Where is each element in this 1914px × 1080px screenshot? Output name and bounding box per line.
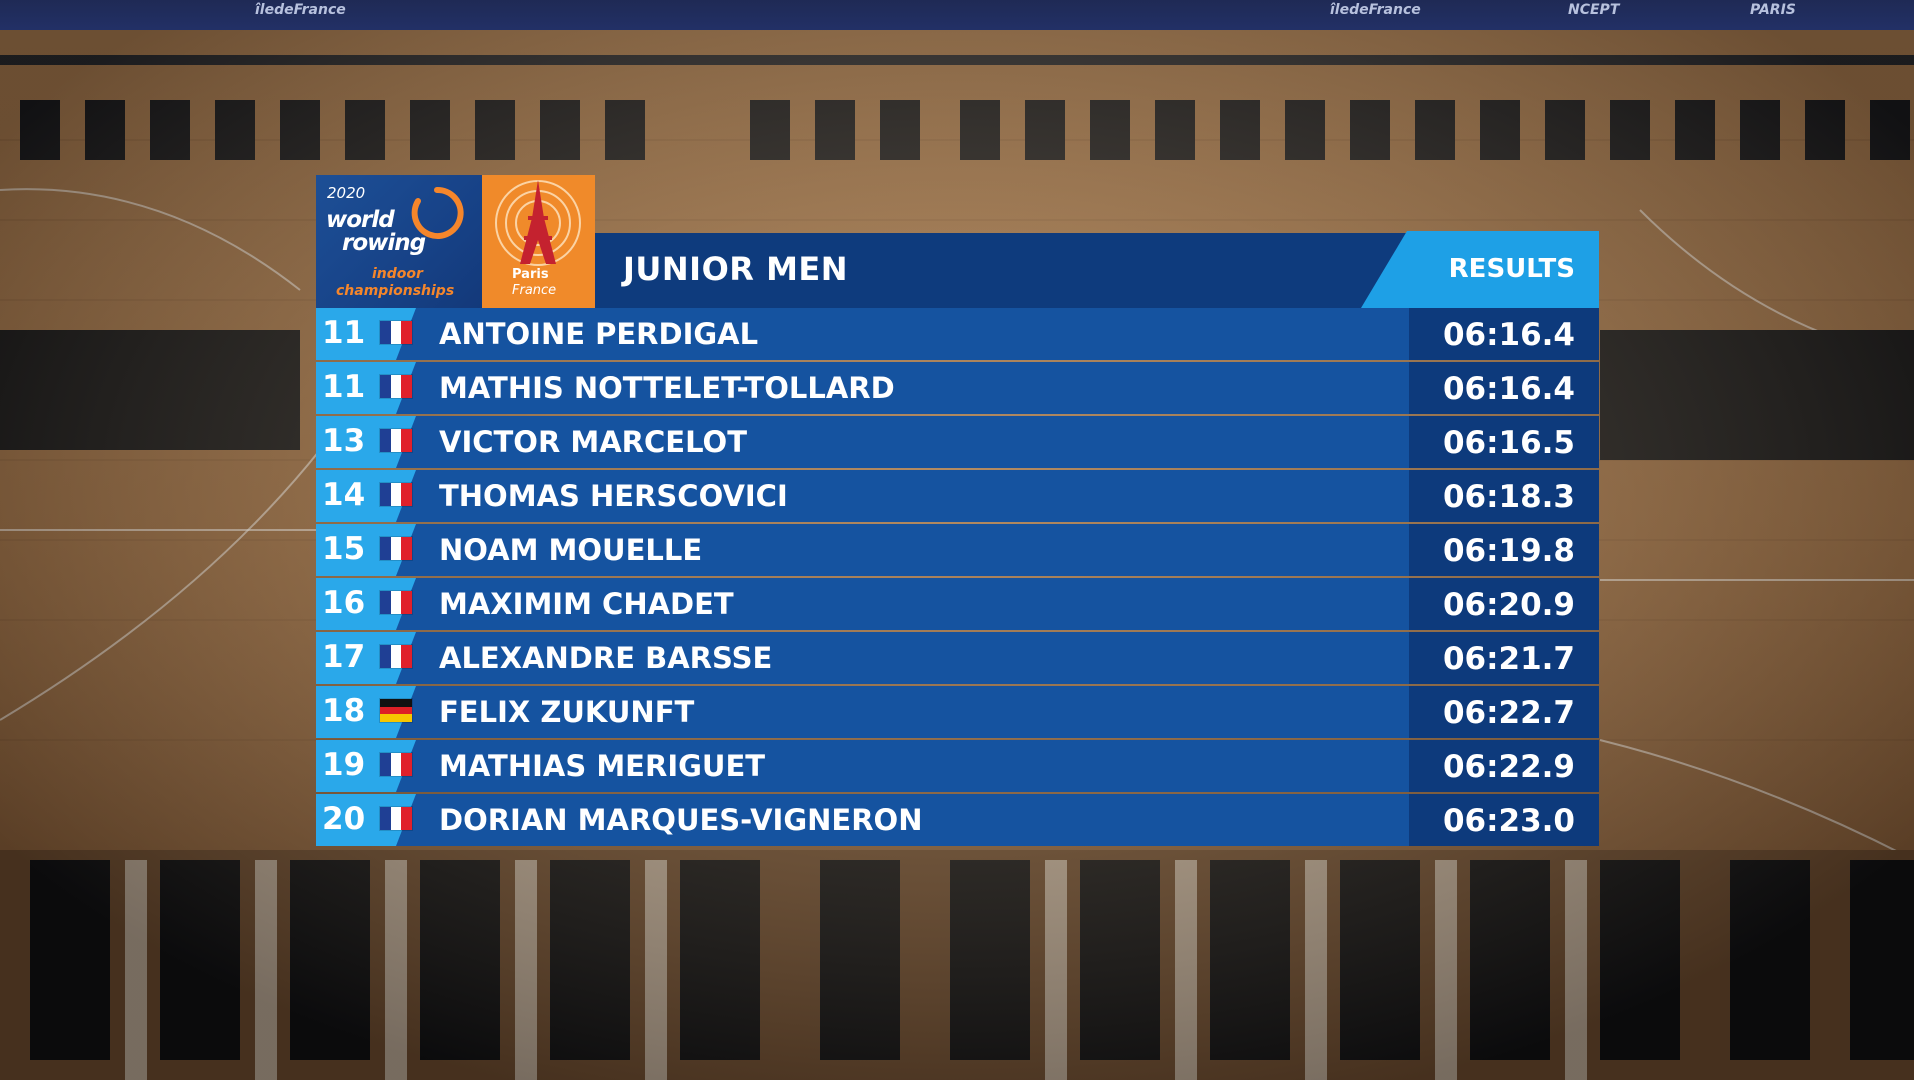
logo-text-championships: championships: [336, 283, 455, 299]
eiffel-tower-icon: [495, 180, 581, 266]
france-flag-icon: [380, 645, 412, 668]
results-label: RESULTS: [1448, 254, 1575, 284]
result-row: 18 FELIX ZUKUNFT 06:22.7: [316, 686, 1599, 740]
time-cell: 06:21.7: [1409, 632, 1599, 684]
finish-time: 06:16.4: [1442, 317, 1575, 353]
paris-host-logo: Paris France: [482, 175, 595, 308]
finish-time: 06:19.8: [1442, 533, 1575, 569]
finish-time: 06:22.7: [1442, 695, 1575, 731]
rank: 15: [322, 531, 366, 567]
sponsor-text: NCEPT: [1568, 2, 1620, 18]
rank: 19: [322, 747, 366, 783]
time-cell: 06:16.5: [1409, 416, 1599, 468]
results-header: JUNIOR MEN RESULTS: [595, 231, 1599, 308]
germany-flag-icon: [380, 699, 412, 722]
result-row: 17 ALEXANDRE BARSSE 06:21.7: [316, 632, 1599, 686]
finish-time: 06:16.4: [1442, 371, 1575, 407]
results-overlay: 2020 world rowing indoor championships P…: [316, 175, 1599, 849]
rank: 16: [322, 585, 366, 621]
result-row: 14 THOMAS HERSCOVICI 06:18.3: [316, 470, 1599, 524]
finish-time: 06:16.5: [1442, 425, 1575, 461]
sponsor-banner: îledeFrance îledeFrance NCEPT PARIS: [0, 0, 1914, 30]
finish-time: 06:18.3: [1442, 479, 1575, 515]
france-flag-icon: [380, 537, 412, 560]
result-row: 11 MATHIS NOTTELET-TOLLARD 06:16.4: [316, 362, 1599, 416]
sponsor-text: îledeFrance: [255, 2, 346, 18]
athlete-name: DORIAN MARQUES-VIGNERON: [439, 803, 923, 837]
france-flag-icon: [380, 375, 412, 398]
time-cell: 06:22.9: [1409, 740, 1599, 792]
sponsor-text: îledeFrance: [1330, 2, 1421, 18]
time-cell: 06:19.8: [1409, 524, 1599, 576]
athlete-name: VICTOR MARCELOT: [439, 425, 747, 459]
athlete-name: MATHIS NOTTELET-TOLLARD: [439, 371, 895, 405]
france-flag-icon: [380, 807, 412, 830]
host-city: Paris: [512, 267, 549, 282]
time-cell: 06:16.4: [1409, 362, 1599, 414]
france-flag-icon: [380, 429, 412, 452]
finish-time: 06:20.9: [1442, 587, 1575, 623]
athlete-name: THOMAS HERSCOVICI: [439, 479, 788, 513]
rank: 18: [322, 693, 366, 729]
result-row: 11 ANTOINE PERDIGAL 06:16.4: [316, 308, 1599, 362]
rank: 17: [322, 639, 366, 675]
result-row: 13 VICTOR MARCELOT 06:16.5: [316, 416, 1599, 470]
logo-text-rowing: rowing: [342, 230, 426, 256]
result-row: 19 MATHIAS MERIGUET 06:22.9: [316, 740, 1599, 794]
result-row: 20 DORIAN MARQUES-VIGNERON 06:23.0: [316, 794, 1599, 848]
france-flag-icon: [380, 321, 412, 344]
results-list: 11 ANTOINE PERDIGAL 06:16.4 11 MATHIS NO…: [316, 308, 1599, 848]
host-country: France: [512, 283, 557, 298]
time-cell: 06:22.7: [1409, 686, 1599, 738]
sponsor-text: PARIS: [1750, 2, 1796, 18]
time-cell: 06:18.3: [1409, 470, 1599, 522]
logo-text-indoor: indoor: [372, 266, 423, 282]
rank: 20: [322, 801, 366, 837]
event-title: JUNIOR MEN: [623, 250, 849, 288]
rank: 14: [322, 477, 366, 513]
finish-time: 06:21.7: [1442, 641, 1575, 677]
rank: 11: [322, 315, 366, 351]
time-cell: 06:23.0: [1409, 794, 1599, 846]
result-row: 16 MAXIMIM CHADET 06:20.9: [316, 578, 1599, 632]
time-cell: 06:16.4: [1409, 308, 1599, 360]
athlete-name: ANTOINE PERDIGAL: [439, 317, 759, 351]
world-rowing-logo: 2020 world rowing indoor championships: [316, 175, 482, 308]
athlete-name: MAXIMIM CHADET: [439, 587, 734, 621]
athlete-name: ALEXANDRE BARSSE: [439, 641, 773, 675]
france-flag-icon: [380, 483, 412, 506]
rank: 11: [322, 369, 366, 405]
result-row: 15 NOAM MOUELLE 06:19.8: [316, 524, 1599, 578]
results-badge: RESULTS: [1361, 231, 1599, 308]
france-flag-icon: [380, 753, 412, 776]
finish-time: 06:23.0: [1442, 803, 1575, 839]
finish-time: 06:22.9: [1442, 749, 1575, 785]
france-flag-icon: [380, 591, 412, 614]
athlete-name: NOAM MOUELLE: [439, 533, 703, 567]
athlete-name: MATHIAS MERIGUET: [439, 749, 766, 783]
rank: 13: [322, 423, 366, 459]
athlete-name: FELIX ZUKUNFT: [439, 695, 695, 729]
broadcast-frame: îledeFrance îledeFrance NCEPT PARIS 2020…: [0, 0, 1914, 1080]
logo-year: 2020: [327, 184, 366, 202]
time-cell: 06:20.9: [1409, 578, 1599, 630]
